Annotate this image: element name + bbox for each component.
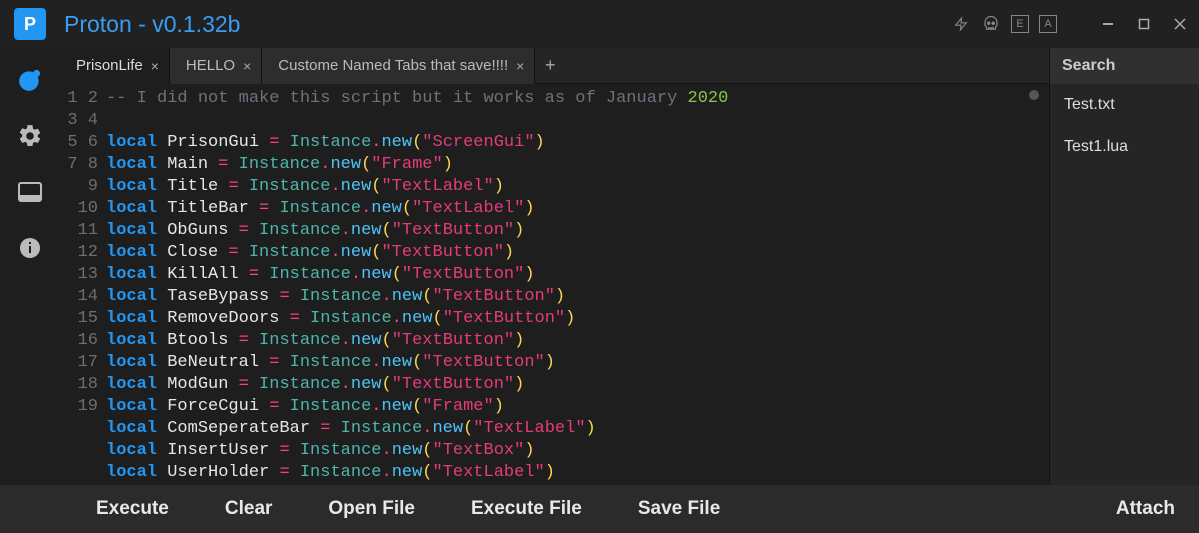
close-button[interactable] [1169, 14, 1191, 34]
tab-label: PrisonLife [76, 57, 143, 74]
bolt-icon[interactable] [951, 14, 971, 34]
execute-file-button[interactable]: Execute File [443, 485, 610, 533]
search-panel: Search Test.txtTest1.lua [1049, 48, 1199, 485]
code-editor[interactable]: 1 2 3 4 5 6 7 8 9 10 11 12 13 14 15 16 1… [60, 84, 1049, 485]
search-result-1[interactable]: Test1.lua [1050, 126, 1199, 168]
close-icon[interactable]: × [151, 58, 159, 74]
panel-icon[interactable] [16, 178, 44, 206]
tab-0[interactable]: PrisonLife × [60, 48, 170, 84]
tab-2[interactable]: Custome Named Tabs that save!!!! × [262, 48, 535, 84]
e-box-icon[interactable]: E [1011, 15, 1029, 33]
info-icon[interactable] [16, 234, 44, 262]
sidebar [0, 48, 60, 485]
titlebar: P Proton - v0.1.32b E A [0, 0, 1199, 48]
tab-label: HELLO [186, 57, 235, 74]
code-content[interactable]: -- I did not make this script but it wor… [106, 84, 1049, 485]
close-icon[interactable]: × [516, 58, 524, 74]
main-area: PrisonLife×HELLO×Custome Named Tabs that… [60, 48, 1049, 485]
execute-button[interactable]: Execute [68, 485, 197, 533]
a-box-icon[interactable]: A [1039, 15, 1057, 33]
tab-1[interactable]: HELLO × [170, 48, 262, 84]
save-file-button[interactable]: Save File [610, 485, 748, 533]
line-gutter: 1 2 3 4 5 6 7 8 9 10 11 12 13 14 15 16 1… [60, 84, 106, 485]
app-title: Proton - v0.1.32b [64, 11, 240, 38]
maximize-button[interactable] [1133, 14, 1155, 34]
settings-icon[interactable] [16, 122, 44, 150]
tab-bar: PrisonLife×HELLO×Custome Named Tabs that… [60, 48, 1049, 84]
attach-button[interactable]: Attach [1088, 485, 1199, 533]
minimap-indicator [1029, 90, 1039, 100]
search-heading: Search [1050, 48, 1199, 84]
clear-button[interactable]: Clear [197, 485, 301, 533]
skull-icon[interactable] [981, 14, 1001, 34]
new-tab-button[interactable]: + [535, 48, 565, 84]
app-logo: P [14, 8, 46, 40]
close-icon[interactable]: × [243, 58, 251, 74]
footer-toolbar: Execute Clear Open File Execute File Sav… [0, 485, 1199, 533]
open-file-button[interactable]: Open File [300, 485, 443, 533]
home-icon[interactable] [16, 66, 44, 94]
minimize-button[interactable] [1097, 14, 1119, 34]
tab-label: Custome Named Tabs that save!!!! [278, 57, 508, 74]
search-result-0[interactable]: Test.txt [1050, 84, 1199, 126]
